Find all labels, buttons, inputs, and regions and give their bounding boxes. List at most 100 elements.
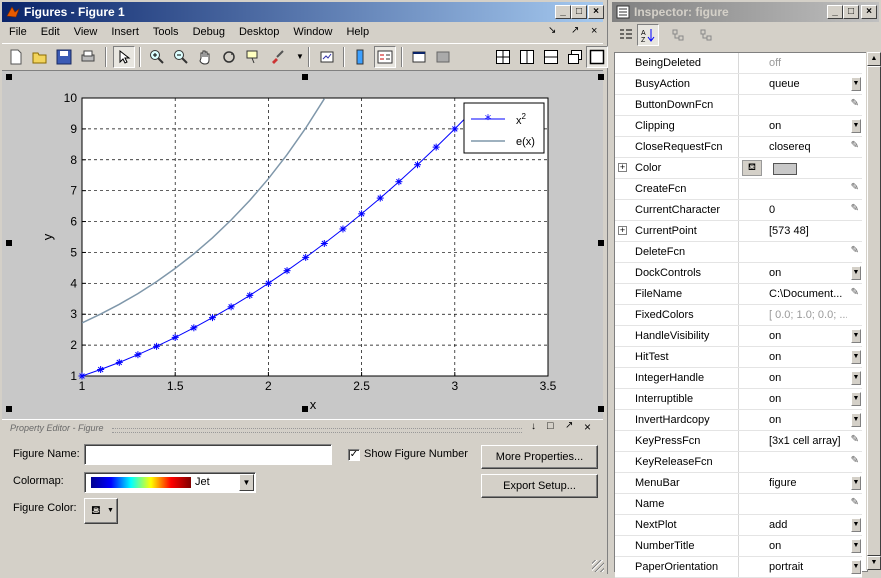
property-value[interactable]: queue: [769, 74, 847, 94]
figure-name-input[interactable]: [84, 444, 332, 465]
property-value[interactable]: on: [769, 116, 847, 136]
property-value[interactable]: on: [769, 389, 847, 409]
property-row[interactable]: CreateFcn ✎: [615, 179, 862, 200]
plot-svg[interactable]: 1 1.5 2 2.5 3 3.5 1 2 3 4 5 6 7 8 9 10 x y * x2 e(x): [0, 0, 607, 420]
property-row[interactable]: CurrentCharacter 0 ✎: [615, 200, 862, 221]
data-point-marker[interactable]: [78, 372, 86, 380]
property-row[interactable]: FixedColors [ 0.0; 1.0; 0.0; ...: [615, 305, 862, 326]
property-row[interactable]: DockControls on ▼: [615, 263, 862, 284]
data-point-marker[interactable]: [97, 366, 105, 374]
property-value[interactable]: C:\Document...: [769, 284, 847, 304]
property-value[interactable]: figure: [769, 473, 847, 493]
expand-icon[interactable]: +: [618, 163, 627, 172]
property-row[interactable]: Interruptible on ▼: [615, 389, 862, 410]
inspector-scrollbar[interactable]: ▲ ▼: [866, 52, 881, 570]
property-value[interactable]: add: [769, 515, 847, 535]
dropdown-arrow-icon[interactable]: ▼: [851, 392, 861, 406]
colormap-select[interactable]: Jet ▼: [84, 472, 256, 493]
dropdown-arrow-icon[interactable]: ▼: [851, 476, 861, 490]
property-row[interactable]: + Color ⛾: [615, 158, 862, 179]
property-row[interactable]: BusyAction queue ▼: [615, 74, 862, 95]
property-value[interactable]: on: [769, 347, 847, 367]
property-value[interactable]: on: [769, 536, 847, 556]
edit-pencil-icon[interactable]: ✎: [851, 245, 859, 256]
inspector-minimize-button[interactable]: _: [827, 5, 843, 19]
property-value[interactable]: on: [769, 263, 847, 283]
panel-float-icon[interactable]: ↗: [565, 420, 573, 431]
property-value[interactable]: on: [769, 410, 847, 430]
dropdown-arrow-icon[interactable]: ▼: [851, 266, 861, 280]
property-value[interactable]: on: [769, 368, 847, 388]
edit-pencil-icon[interactable]: ✎: [851, 203, 859, 214]
property-value[interactable]: [3x1 cell array]: [769, 431, 847, 451]
property-row[interactable]: BeingDeleted off: [615, 53, 862, 74]
property-row[interactable]: CloseRequestFcn closereq ✎: [615, 137, 862, 158]
edit-pencil-icon[interactable]: ✎: [851, 455, 859, 466]
property-value[interactable]: [769, 95, 847, 115]
property-row[interactable]: ButtonDownFcn ✎: [615, 95, 862, 116]
property-row[interactable]: Name ✎: [615, 494, 862, 515]
expand-icon[interactable]: +: [618, 226, 627, 235]
dropdown-arrow-icon[interactable]: ▼: [851, 371, 861, 385]
panel-maximize-icon[interactable]: □: [547, 420, 554, 432]
property-row[interactable]: InvertHardcopy on ▼: [615, 410, 862, 431]
property-row[interactable]: HitTest on ▼: [615, 347, 862, 368]
property-value[interactable]: [769, 494, 847, 514]
edit-pencil-icon[interactable]: ✎: [851, 497, 859, 508]
property-row[interactable]: NextPlot add ▼: [615, 515, 862, 536]
categorized-view-icon[interactable]: [615, 24, 637, 46]
paint-bucket-icon[interactable]: ⛾: [742, 160, 762, 176]
more-properties-button[interactable]: More Properties...: [481, 445, 598, 469]
dropdown-arrow-icon[interactable]: ▼: [851, 329, 861, 343]
edit-pencil-icon[interactable]: ✎: [851, 287, 859, 298]
property-value[interactable]: [573 48]: [769, 221, 847, 241]
property-value[interactable]: on: [769, 326, 847, 346]
figure-color-button[interactable]: ⛾ ▼: [84, 498, 118, 524]
resize-grip-icon[interactable]: [592, 560, 604, 572]
panel-close-icon[interactable]: ×: [584, 420, 591, 434]
property-row[interactable]: NumberTitle on ▼: [615, 536, 862, 557]
property-row[interactable]: + CurrentPoint [573 48]: [615, 221, 862, 242]
color-swatch[interactable]: [773, 163, 797, 175]
scroll-down-button[interactable]: ▼: [867, 556, 881, 570]
export-setup-button[interactable]: Export Setup...: [481, 474, 598, 498]
property-value[interactable]: closereq: [769, 137, 847, 157]
property-row[interactable]: KeyPressFcn [3x1 cell array] ✎: [615, 431, 862, 452]
colormap-dropdown-icon[interactable]: ▼: [239, 474, 254, 491]
scroll-thumb[interactable]: [867, 66, 881, 556]
panel-undock-icon[interactable]: ↓: [531, 421, 536, 432]
inspector-titlebar[interactable]: Inspector: figure _ □ ×: [612, 2, 879, 22]
edit-pencil-icon[interactable]: ✎: [851, 434, 859, 445]
property-row[interactable]: Clipping on ▼: [615, 116, 862, 137]
sort-alphabetical-icon[interactable]: AZ: [637, 24, 659, 46]
dropdown-arrow-icon[interactable]: ▼: [851, 539, 861, 553]
edit-pencil-icon[interactable]: ✎: [851, 140, 859, 151]
edit-pencil-icon[interactable]: ✎: [851, 182, 859, 193]
scroll-up-button[interactable]: ▲: [867, 52, 881, 66]
property-row[interactable]: PaperOrientation portrait ▼: [615, 557, 862, 578]
dropdown-arrow-icon[interactable]: ▼: [851, 350, 861, 364]
property-value[interactable]: [769, 452, 847, 472]
dropdown-arrow-icon[interactable]: ▼: [851, 560, 861, 574]
inspector-maximize-button[interactable]: □: [843, 5, 859, 19]
dropdown-arrow-icon[interactable]: ▼: [851, 119, 861, 133]
property-value[interactable]: [769, 242, 847, 262]
property-row[interactable]: IntegerHandle on ▼: [615, 368, 862, 389]
property-row[interactable]: FileName C:\Document... ✎: [615, 284, 862, 305]
property-row[interactable]: DeleteFcn ✎: [615, 242, 862, 263]
show-figure-number-checkbox[interactable]: ✓: [348, 449, 360, 461]
property-row[interactable]: HandleVisibility on ▼: [615, 326, 862, 347]
property-value[interactable]: 0: [769, 200, 847, 220]
edit-pencil-icon[interactable]: ✎: [851, 98, 859, 109]
expand-all-icon[interactable]: [667, 24, 689, 46]
property-value[interactable]: [769, 179, 847, 199]
dropdown-arrow-icon[interactable]: ▼: [851, 77, 861, 91]
inspector-close-button[interactable]: ×: [861, 5, 877, 19]
dropdown-arrow-icon[interactable]: ▼: [851, 518, 861, 532]
property-row[interactable]: KeyReleaseFcn ✎: [615, 452, 862, 473]
collapse-all-icon[interactable]: [695, 24, 717, 46]
legend[interactable]: * x2 e(x): [463, 102, 545, 154]
property-value[interactable]: portrait: [769, 557, 847, 577]
dropdown-arrow-icon[interactable]: ▼: [851, 413, 861, 427]
property-row[interactable]: MenuBar figure ▼: [615, 473, 862, 494]
